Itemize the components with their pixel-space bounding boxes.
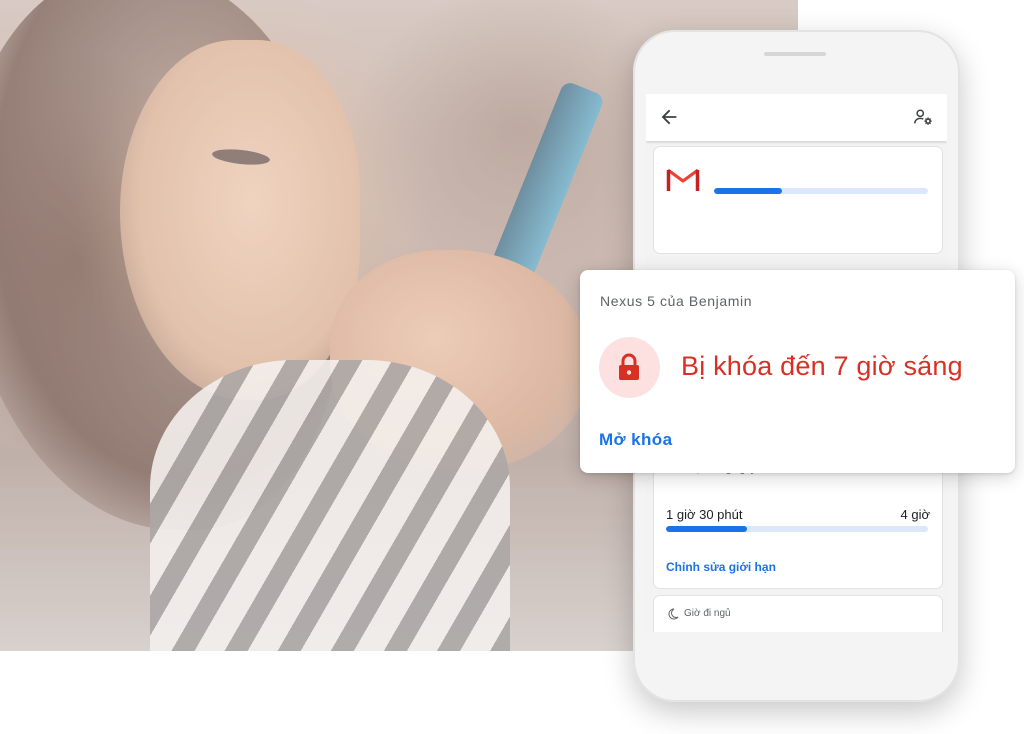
lock-badge <box>599 337 660 398</box>
daily-limit-current: 1 giờ 30 phút <box>666 507 743 522</box>
bedtime-card[interactable]: Giờ đi ngủ <box>654 596 942 632</box>
phone-speaker <box>764 52 826 56</box>
arrow-left-icon[interactable] <box>658 106 680 128</box>
edit-limit-link[interactable]: Chỉnh sửa giới hạn <box>666 560 776 574</box>
daily-limit-max: 4 giờ <box>900 507 931 522</box>
device-lock-card: Nexus 5 của Benjamin Bị khóa đến 7 giờ s… <box>580 270 1015 473</box>
bedtime-label: Giờ đi ngủ <box>684 608 731 619</box>
account-settings-icon[interactable] <box>912 106 934 128</box>
app-bar <box>646 94 947 141</box>
app-usage-bar <box>714 188 928 194</box>
gmail-icon <box>666 167 700 193</box>
daily-limit-progress <box>666 526 928 532</box>
unlock-button[interactable]: Mở khóa <box>599 430 672 450</box>
daily-limit-progress-fill <box>666 526 748 532</box>
device-name: Nexus 5 của Benjamin <box>600 293 753 309</box>
lock-status: Bị khóa đến 7 giờ sáng <box>681 351 963 381</box>
app-usage-card[interactable] <box>654 147 942 253</box>
app-usage-fill <box>714 188 783 194</box>
moon-icon <box>667 607 679 620</box>
lock-icon <box>619 353 639 380</box>
